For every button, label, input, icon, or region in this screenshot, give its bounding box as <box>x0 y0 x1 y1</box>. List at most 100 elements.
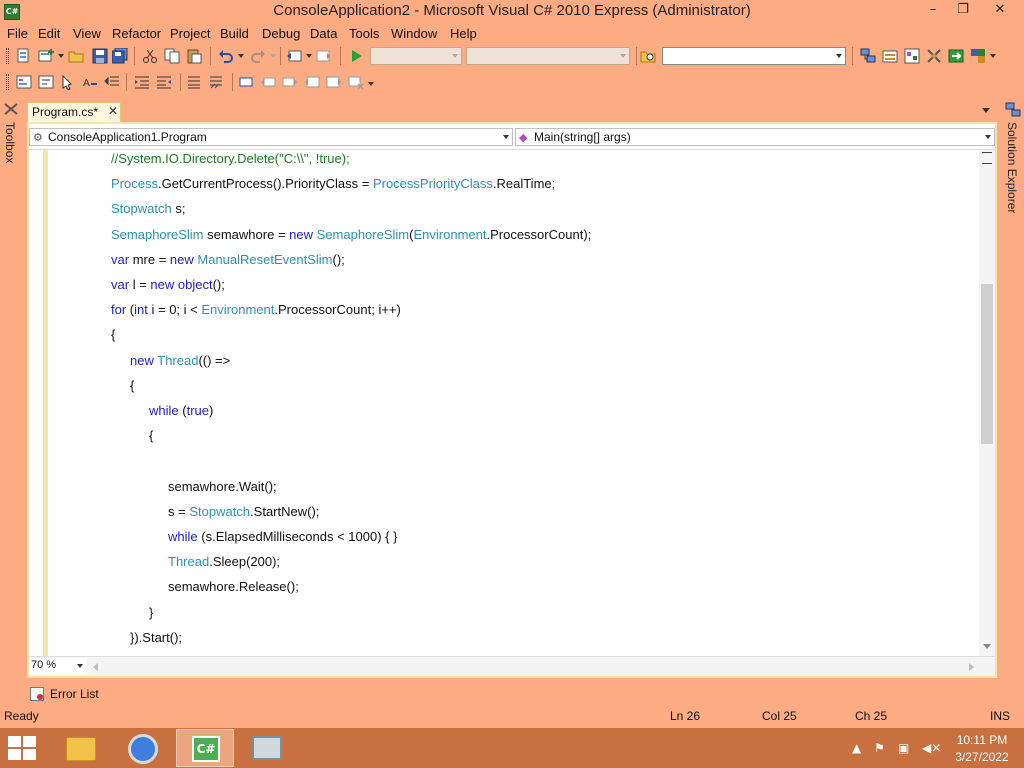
find-dropdown[interactable] <box>662 47 846 65</box>
chevron-down-icon[interactable] <box>58 54 64 58</box>
clock-time[interactable]: 10:11 PM <box>952 733 1012 747</box>
toolbox-icon[interactable] <box>926 48 942 64</box>
menu-data[interactable]: Data <box>310 26 337 41</box>
menu-window[interactable]: Window <box>391 26 437 41</box>
add-item-icon[interactable] <box>38 48 54 64</box>
scroll-right-icon[interactable] <box>969 663 974 671</box>
code-line[interactable]: Thread.Sleep(200); <box>168 552 280 572</box>
paste-icon[interactable] <box>186 48 202 64</box>
undo-icon[interactable] <box>218 48 234 64</box>
show-hidden-icons-icon[interactable]: ▲ <box>852 741 861 755</box>
code-line[interactable]: semawhore.Release(); <box>168 577 299 597</box>
code-line[interactable]: { <box>130 376 134 396</box>
start-debugging-icon[interactable] <box>348 48 364 64</box>
comment-lines-icon[interactable] <box>186 74 202 90</box>
menu-refactor[interactable]: Refactor <box>112 26 161 41</box>
start-page-icon[interactable] <box>948 48 964 64</box>
scroll-left-icon[interactable] <box>93 663 98 671</box>
tab-program-cs[interactable]: Program.cs* ✕ <box>27 102 121 122</box>
member-selector-dropdown[interactable]: ◆ Main(string[] args) <box>515 128 995 146</box>
clock-date[interactable]: 3/27/2022 <box>952 750 1012 764</box>
save-all-icon[interactable] <box>112 48 128 64</box>
chevron-down-icon[interactable] <box>238 54 244 58</box>
minimize-button[interactable]: – <box>918 0 948 20</box>
chevron-down-icon[interactable] <box>990 54 996 58</box>
code-line[interactable]: }).Start(); <box>130 628 182 648</box>
menu-file[interactable]: File <box>7 26 28 41</box>
splitter-handle-icon[interactable] <box>982 152 992 164</box>
chevron-down-icon[interactable] <box>306 54 312 58</box>
code-line[interactable]: while (true) <box>149 401 213 421</box>
code-line[interactable]: var l = new object(); <box>111 275 225 295</box>
code-line[interactable]: //System.IO.Directory.Delete("C:\\", !tr… <box>111 150 350 169</box>
action-center-icon[interactable]: ⚑ <box>874 741 885 755</box>
open-file-icon[interactable] <box>68 48 84 64</box>
outdent-icon[interactable] <box>156 74 172 90</box>
restore-button[interactable]: ❐ <box>948 0 978 20</box>
vertical-scrollbar-thumb[interactable] <box>981 284 993 444</box>
parameter-info-icon[interactable] <box>38 74 54 90</box>
code-text-area[interactable]: //System.IO.Directory.Delete("C:\\", !tr… <box>29 150 979 656</box>
solution-explorer-panel-tab[interactable]: Solution Explorer <box>1002 100 1024 220</box>
code-line[interactable]: while (s.ElapsedMilliseconds < 1000) { } <box>168 527 397 547</box>
toggle-bookmark-icon[interactable] <box>238 74 254 90</box>
code-line[interactable]: { <box>149 426 153 446</box>
new-project-icon[interactable] <box>16 48 32 64</box>
toolbar-grip[interactable] <box>6 48 9 64</box>
toolbar-grip[interactable] <box>6 74 9 90</box>
navigate-backward-icon[interactable] <box>286 48 302 64</box>
uncomment-lines-icon[interactable] <box>208 74 224 90</box>
save-icon[interactable] <box>92 48 108 64</box>
copy-icon[interactable] <box>164 48 180 64</box>
scroll-down-icon[interactable] <box>983 644 991 649</box>
taskbar-visual-csharp-express[interactable]: C# <box>176 729 234 767</box>
display-object-member-list-icon[interactable] <box>16 74 32 90</box>
taskbar-file-explorer[interactable] <box>52 729 110 767</box>
volume-muted-icon[interactable]: ◀✕ <box>922 741 941 755</box>
solution-explorer-icon[interactable] <box>860 48 876 64</box>
zoom-dropdown[interactable]: 70 % <box>29 658 87 675</box>
menu-edit[interactable]: Edit <box>38 26 60 41</box>
code-line[interactable]: { <box>111 325 115 345</box>
cut-icon[interactable] <box>142 48 158 64</box>
menu-debug[interactable]: Debug <box>262 26 300 41</box>
code-line[interactable]: } <box>149 603 153 623</box>
menu-build[interactable]: Build <box>220 26 249 41</box>
menu-view[interactable]: View <box>73 26 101 41</box>
active-files-dropdown-icon[interactable] <box>982 108 990 113</box>
menu-help[interactable]: Help <box>450 26 477 41</box>
complete-word-icon[interactable]: A <box>82 74 98 90</box>
navigation-bar: ⚙ ConsoleApplication1.Program ◆ Main(str… <box>29 124 995 150</box>
toolbox-panel-tab[interactable]: Toolbox <box>0 100 22 172</box>
menu-project[interactable]: Project <box>170 26 210 41</box>
object-browser-icon[interactable] <box>904 48 920 64</box>
windows-logo-icon <box>8 749 21 760</box>
code-line[interactable]: var mre = new ManualResetEventSlim(); <box>111 250 345 270</box>
chevron-down-icon[interactable] <box>836 54 842 58</box>
vertical-scrollbar[interactable] <box>979 150 995 656</box>
taskbar-task-manager[interactable] <box>238 729 296 767</box>
extension-manager-icon[interactable] <box>970 48 986 64</box>
network-icon[interactable]: ▣ <box>898 741 909 755</box>
code-line[interactable]: new Thread(() => <box>130 351 230 371</box>
increase-indent-icon[interactable] <box>134 74 150 90</box>
properties-icon[interactable] <box>882 48 898 64</box>
close-window-button[interactable]: ✕ <box>978 0 1022 20</box>
code-line[interactable]: Stopwatch s; <box>111 199 185 219</box>
code-line[interactable]: SemaphoreSlim semawhore = new SemaphoreS… <box>111 225 591 245</box>
code-line[interactable]: s = Stopwatch.StartNew(); <box>168 502 319 522</box>
find-in-files-icon[interactable] <box>640 48 656 64</box>
code-line[interactable]: Process.GetCurrentProcess().PriorityClas… <box>111 174 555 194</box>
horizontal-scrollbar[interactable]: 70 % <box>29 656 995 676</box>
decrease-indent-icon[interactable] <box>104 74 120 90</box>
chevron-down-icon[interactable] <box>368 82 374 86</box>
type-selector-dropdown[interactable]: ⚙ ConsoleApplication1.Program <box>29 128 513 146</box>
menu-tools[interactable]: Tools <box>349 26 379 41</box>
code-line[interactable]: for (int i = 0; i < Environment.Processo… <box>111 300 401 320</box>
code-line[interactable]: semawhore.Wait(); <box>168 477 277 497</box>
start-button[interactable] <box>8 736 38 760</box>
taskbar-chrome[interactable] <box>114 729 172 767</box>
quick-info-icon[interactable] <box>60 74 76 90</box>
error-list-tab[interactable]: Error List <box>27 684 101 704</box>
close-tab-icon[interactable]: ✕ <box>108 104 118 118</box>
